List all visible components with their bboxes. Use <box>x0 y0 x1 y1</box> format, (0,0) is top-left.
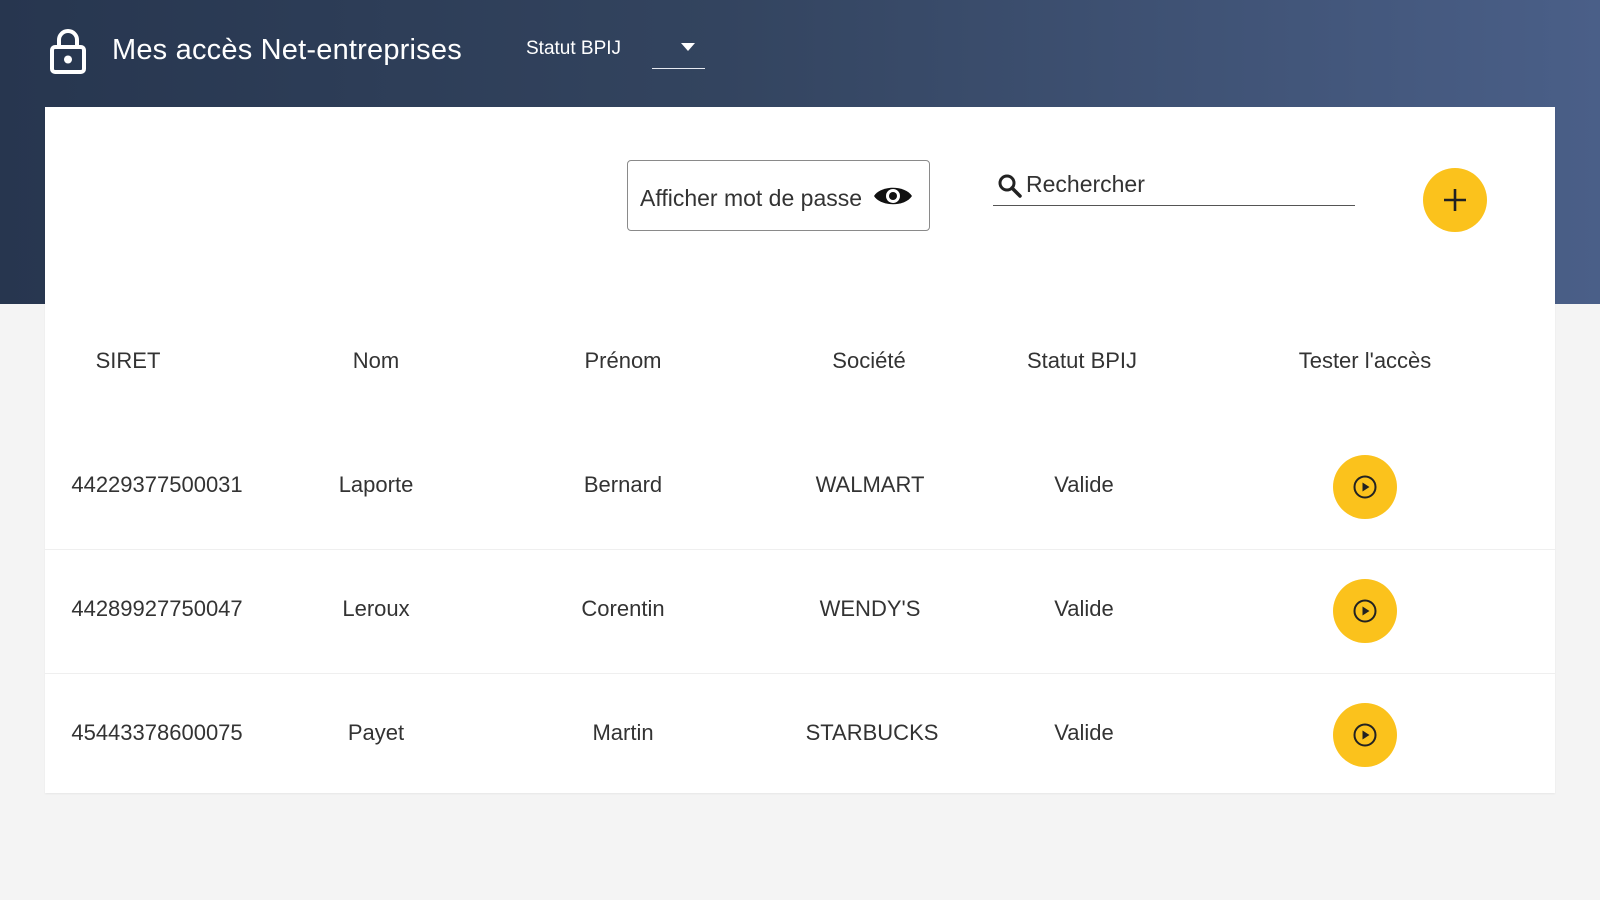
eye-icon <box>874 187 912 205</box>
column-header-societe: Société <box>832 348 906 373</box>
search-field <box>993 165 1355 206</box>
chevron-down-icon <box>681 43 695 51</box>
cell-prenom: Martin <box>592 720 654 745</box>
cell-statut: Valide <box>1054 720 1114 745</box>
test-access-button[interactable] <box>1333 455 1397 519</box>
status-filter-label: Statut BPIJ <box>526 38 622 59</box>
lock-icon <box>50 29 86 74</box>
cell-prenom: Corentin <box>581 596 665 621</box>
column-header-siret: SIRET <box>95 348 161 373</box>
table-header: SIRET Nom Prénom Société Statut BPIJ Tes… <box>45 302 1555 426</box>
add-access-button[interactable] <box>1423 168 1487 232</box>
cell-statut: Valide <box>1054 472 1114 497</box>
cell-prenom: Bernard <box>583 472 663 497</box>
play-icon <box>1353 475 1377 499</box>
play-icon <box>1353 723 1377 747</box>
cell-statut: Valide <box>1054 596 1114 621</box>
cell-societe: STARBUCKS <box>805 720 939 745</box>
column-header-tester: Tester l'accès <box>1298 348 1432 373</box>
show-password-label: Afficher mot de passe <box>640 185 863 211</box>
cell-siret: 44289927750047 <box>71 596 243 621</box>
play-icon <box>1353 599 1377 623</box>
search-input[interactable] <box>1026 167 1346 201</box>
cell-siret: 44229377500031 <box>71 472 243 497</box>
table-row: 44289927750047 Leroux Corentin WENDY'S V… <box>45 550 1555 674</box>
access-table: SIRET Nom Prénom Société Statut BPIJ Tes… <box>45 302 1555 797</box>
page-title: Mes accès Net-entreprises <box>112 34 462 66</box>
column-header-prenom: Prénom <box>584 348 662 373</box>
cell-nom: Leroux <box>342 596 410 621</box>
table-row: 45443378600075 Payet Martin STARBUCKS Va… <box>45 674 1555 797</box>
test-access-button[interactable] <box>1333 703 1397 767</box>
status-filter-select[interactable] <box>652 30 705 69</box>
table-row: 44229377500031 Laporte Bernard WALMART V… <box>45 426 1555 550</box>
cell-nom: Laporte <box>338 472 414 497</box>
cell-siret: 45443378600075 <box>71 720 243 745</box>
show-password-button[interactable]: Afficher mot de passe <box>627 160 930 231</box>
plus-icon <box>1444 189 1466 211</box>
app-header: Mes accès Net-entreprises Statut BPIJ <box>0 0 1600 100</box>
search-icon <box>998 174 1022 198</box>
cell-societe: WALMART <box>815 472 925 497</box>
access-card: Afficher mot de passe SIRET Nom Prénom S… <box>45 107 1555 793</box>
cell-nom: Payet <box>347 720 405 745</box>
cell-societe: WENDY'S <box>819 596 921 621</box>
column-header-nom: Nom <box>352 348 400 373</box>
test-access-button[interactable] <box>1333 579 1397 643</box>
column-header-statut: Statut BPIJ <box>1026 348 1138 373</box>
